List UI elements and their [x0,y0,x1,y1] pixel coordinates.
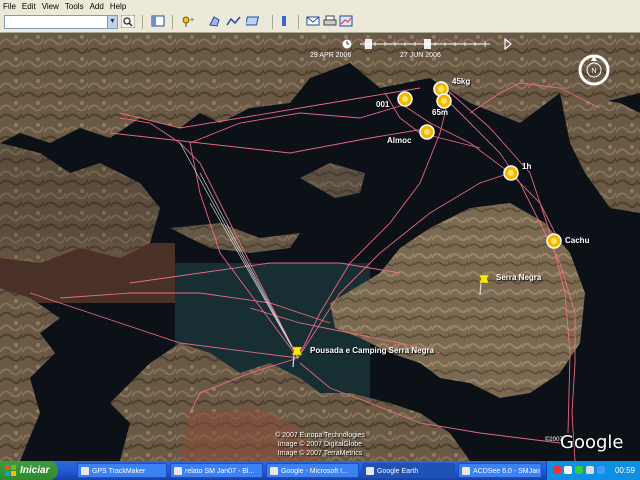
waypoint-icon[interactable] [419,124,435,140]
waypoint-label[interactable]: 45kg [452,77,470,86]
taskbar-item-acdsee[interactable]: ACDSee 6.0 - SMJan [458,463,542,478]
taskbar-item-gps-trackmaker[interactable]: GPS TrackMaker [77,463,167,478]
add-path-button[interactable] [226,15,242,29]
map-icon [339,15,353,27]
app-icon [174,467,182,475]
polygon-icon [209,16,220,27]
app-icon [81,467,89,475]
print-button[interactable] [322,15,338,29]
toolbar-divider [172,15,173,29]
app-icon [270,467,278,475]
placemark-label[interactable]: Pousada e Camping Serra Negra [310,346,434,355]
time-start-handle[interactable] [365,39,372,49]
add-image-overlay-button[interactable] [244,15,262,29]
taskbar-clock[interactable]: 00:59 [615,461,635,480]
waypoint-icon[interactable] [397,91,413,107]
task-label: ACDSee 6.0 - SMJan [473,468,540,475]
timeline-end-label: 27 JUN 2006 [400,52,441,59]
waypoint-icon[interactable] [436,93,452,109]
compass-icon[interactable]: N [577,53,611,87]
task-label: GPS TrackMaker [92,468,146,475]
pushpin-icon[interactable] [290,345,304,367]
path-icon [226,16,241,26]
earth-view[interactable] [0,33,640,461]
tray-icon[interactable] [564,466,572,474]
add-placemark-button[interactable]: + [180,15,196,29]
tray-icon[interactable] [586,466,594,474]
menu-edit[interactable]: Edit [19,2,39,11]
imagery-credits: © 2007 Europa Technologies Image © 2007 … [250,431,390,458]
waypoint-label[interactable]: 1h [522,162,531,171]
menu-tools[interactable]: Tools [62,2,87,11]
sidebar-toggle-button[interactable] [150,15,166,29]
sidebar-icon [151,15,165,27]
add-polygon-button[interactable] [208,15,224,29]
email-button[interactable] [305,15,321,29]
search-icon [120,14,136,29]
taskbar-item-relato[interactable]: relato SM Jan07 - Bl... [170,463,263,478]
google-logo: Google [560,432,624,453]
email-icon [306,16,320,26]
app-icon [366,467,374,475]
tray-icon[interactable] [575,466,583,474]
taskbar-item-google-earth[interactable]: Google Earth [362,463,455,478]
ruler-icon [282,16,286,26]
waypoint-icon[interactable] [546,233,562,249]
placemark-icon: + [182,16,194,27]
image-overlay-icon [244,16,260,26]
placemark-label[interactable]: Serra Negra [496,273,541,282]
search-input[interactable] [4,15,108,29]
view-in-maps-button[interactable] [338,15,354,29]
menu-add[interactable]: Add [87,2,107,11]
menu-file[interactable]: File [0,2,19,11]
start-button[interactable]: Iniciar [0,461,58,480]
task-label: Google - Microsoft I... [281,468,348,475]
taskbar: Iniciar GPS TrackMaker relato SM Jan07 -… [0,461,640,480]
menu-help[interactable]: Help [107,2,129,11]
timeline-start-label: 29 APR 2006 [310,52,352,59]
svg-text:N: N [591,68,596,75]
toolbar-divider [272,15,273,29]
taskbar-item-ie[interactable]: Google - Microsoft I... [266,463,359,478]
play-icon[interactable] [504,37,512,51]
chevron-down-icon[interactable]: ▼ [107,15,118,29]
menu-bar: File Edit View Tools Add Help [0,0,640,12]
waypoint-label[interactable]: Cachu [565,236,589,245]
search-button[interactable] [120,14,136,29]
pushpin-icon[interactable] [477,273,491,295]
task-label: Google Earth [377,468,419,475]
time-end-handle[interactable] [424,39,431,49]
start-label: Iniciar [20,465,50,476]
task-label: relato SM Jan07 - Bl... [185,468,255,475]
waypoint-icon[interactable] [503,165,519,181]
waypoint-label[interactable]: 65m [432,108,448,117]
waypoint-label[interactable]: 001 [376,100,389,109]
print-icon [323,15,337,26]
toolbar-divider [298,15,299,29]
waypoint-label[interactable]: Almoc [387,136,411,145]
app-icon [462,467,470,475]
system-tray: 00:59 [546,461,640,480]
menu-view[interactable]: View [39,2,62,11]
credit-line: Image © 2007 DigitalGlobe [277,441,363,448]
windows-flag-icon [5,465,16,476]
ruler-button[interactable] [276,15,292,29]
svg-text:+: + [190,17,194,24]
satellite-imagery[interactable] [0,33,640,461]
credit-line: Image © 2007 TerraMetrics [277,450,363,457]
toolbar-divider [142,15,143,29]
tray-icon[interactable] [597,466,605,474]
tray-icon[interactable] [553,466,561,474]
credit-line: © 2007 Europa Technologies [275,432,365,439]
